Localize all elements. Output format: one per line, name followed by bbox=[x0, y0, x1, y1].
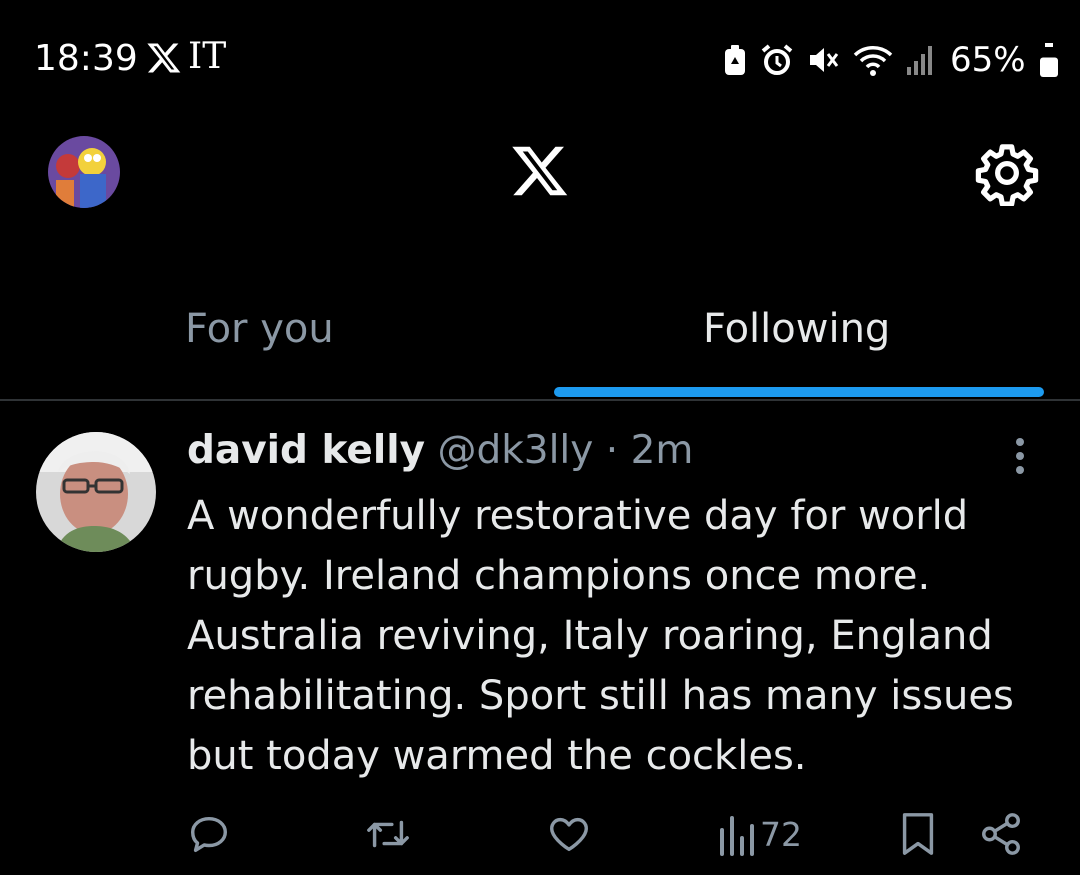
views-button[interactable]: 72 bbox=[718, 808, 802, 860]
avatar-image bbox=[48, 136, 120, 208]
bookmark-button[interactable] bbox=[898, 808, 938, 860]
tab-following[interactable]: Following bbox=[703, 306, 890, 352]
share-button[interactable] bbox=[978, 808, 1024, 860]
tweet-text-line: but today warmed the cockles. bbox=[187, 733, 807, 779]
x-logo-icon bbox=[147, 43, 181, 73]
views-icon bbox=[720, 816, 754, 856]
share-icon bbox=[982, 813, 1020, 855]
battery-saver-icon bbox=[725, 45, 745, 75]
tweet-text-line: rehabilitating. Sport still has many iss… bbox=[187, 673, 1014, 719]
reply-icon bbox=[190, 816, 228, 853]
status-icons: 65% bbox=[722, 40, 1060, 80]
like-button[interactable] bbox=[546, 808, 592, 860]
tweet-text: A wonderfully restorative day for world … bbox=[187, 486, 1057, 786]
wifi-icon bbox=[853, 46, 893, 76]
gear-icon[interactable] bbox=[974, 140, 1040, 206]
separator: · bbox=[605, 428, 619, 473]
tweet-time[interactable]: 2m bbox=[631, 428, 694, 473]
active-tab-indicator bbox=[554, 387, 1044, 397]
x-logo-icon[interactable] bbox=[508, 141, 572, 201]
battery-percent: 65% bbox=[950, 40, 1026, 80]
tweet-header: david kelly @dk3lly · 2m bbox=[187, 428, 693, 473]
tweet-text-line: A wonderfully restorative day for world bbox=[187, 493, 969, 539]
battery-icon bbox=[1039, 43, 1058, 77]
author-avatar[interactable] bbox=[36, 432, 156, 552]
reply-button[interactable] bbox=[186, 808, 232, 860]
profile-avatar-button[interactable] bbox=[48, 136, 120, 208]
alarm-icon bbox=[761, 44, 793, 75]
mute-icon bbox=[810, 48, 839, 72]
signal-icon bbox=[907, 46, 932, 75]
tweet-text-line: rugby. Ireland champions once more. bbox=[187, 553, 931, 599]
author-handle[interactable]: @dk3lly bbox=[437, 428, 593, 473]
tweet-text-line: Australia reviving, Italy roaring, Engla… bbox=[187, 613, 993, 659]
tab-for-you[interactable]: For you bbox=[185, 306, 334, 352]
more-options-icon[interactable] bbox=[1004, 434, 1036, 478]
divider bbox=[0, 399, 1080, 401]
bookmark-icon bbox=[902, 813, 934, 855]
views-count: 72 bbox=[760, 814, 802, 854]
carrier-label: IT bbox=[188, 36, 227, 77]
retweet-button[interactable] bbox=[362, 808, 414, 860]
status-time: 18:39 bbox=[34, 38, 138, 79]
author-name[interactable]: david kelly bbox=[187, 428, 425, 473]
retweet-icon bbox=[367, 820, 409, 848]
like-icon bbox=[550, 817, 588, 852]
author-avatar-image bbox=[36, 432, 156, 552]
